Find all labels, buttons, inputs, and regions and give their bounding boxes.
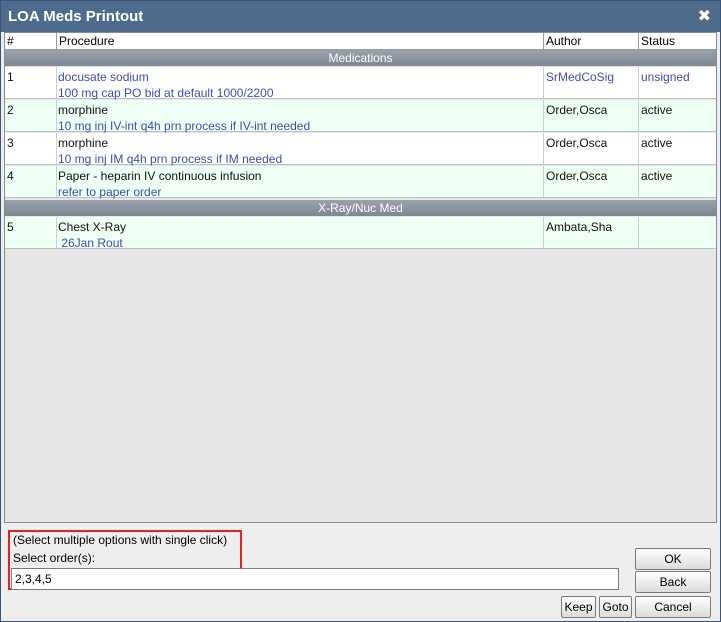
author: Order,Osca [546,103,608,117]
row-number: 5 [7,220,14,234]
procedure-detail: 10 mg inj IM q4h prn process if IM neede… [58,152,283,166]
procedure-detail: 100 mg cap PO bid at default 1000/2200 [58,86,274,100]
table-row[interactable]: 1 docusate sodium 100 mg cap PO bid at d… [5,67,716,100]
column-header-status[interactable]: Status [641,34,675,48]
procedure-name: docusate sodium [58,70,149,84]
status: active [641,169,673,183]
window-title: LOA Meds Printout [8,8,144,25]
status: active [641,136,673,150]
title-bar: LOA Meds Printout ✖ [1,1,720,32]
table-row[interactable]: 3 morphine 10 mg inj IM q4h prn process … [5,133,716,166]
select-orders-label: Select order(s): [13,551,96,565]
section-header-xray-nuc-med: X-Ray/Nuc Med [5,200,716,216]
row-number: 4 [7,169,14,183]
cancel-button[interactable]: Cancel [635,596,711,618]
procedure-name: morphine [58,136,109,150]
procedure-name: Paper - heparin IV continuous infusion [58,169,262,183]
table-row[interactable]: 4 Paper - heparin IV continuous infusion… [5,166,716,199]
procedure-detail: 26Jan Rout [58,236,123,250]
author: Order,Osca [546,136,608,150]
column-header-number[interactable]: # [7,34,14,48]
selection-panel: (Select multiple options with single cli… [1,523,720,621]
column-header-procedure[interactable]: Procedure [59,34,114,48]
close-icon[interactable]: ✖ [698,6,711,25]
table-header: # Procedure Author Status [5,33,716,50]
column-header-author[interactable]: Author [546,34,581,48]
select-orders-input[interactable]: 2,3,4,5 [11,568,619,590]
orders-table: # Procedure Author Status Medications 1 … [4,32,717,523]
procedure-name: morphine [58,103,109,117]
row-number: 1 [7,70,14,84]
ok-button[interactable]: OK [635,548,711,570]
procedure-detail: refer to paper order [58,185,162,199]
author: Order,Osca [546,169,608,183]
section-header-medications: Medications [5,50,716,66]
status: unsigned [641,70,690,84]
procedure-detail: 10 mg inj IV-int q4h prn process if IV-i… [58,119,311,133]
row-number: 3 [7,136,14,150]
table-row[interactable]: 5 Chest X-Ray 26Jan Rout Ambata,Sha [5,217,716,250]
table-row[interactable]: 2 morphine 10 mg inj IV-int q4h prn proc… [5,100,716,133]
selection-hint: (Select multiple options with single cli… [13,533,228,547]
goto-button[interactable]: Goto [599,596,632,618]
row-number: 2 [7,103,14,117]
procedure-name: Chest X-Ray [58,220,127,234]
back-button[interactable]: Back [635,571,711,593]
author: Ambata,Sha [546,220,613,234]
status: active [641,103,673,117]
loa-meds-printout-dialog: LOA Meds Printout ✖ # Procedure Author S… [0,0,721,622]
keep-button[interactable]: Keep [561,596,596,618]
author: SrMedCoSig [546,70,615,84]
